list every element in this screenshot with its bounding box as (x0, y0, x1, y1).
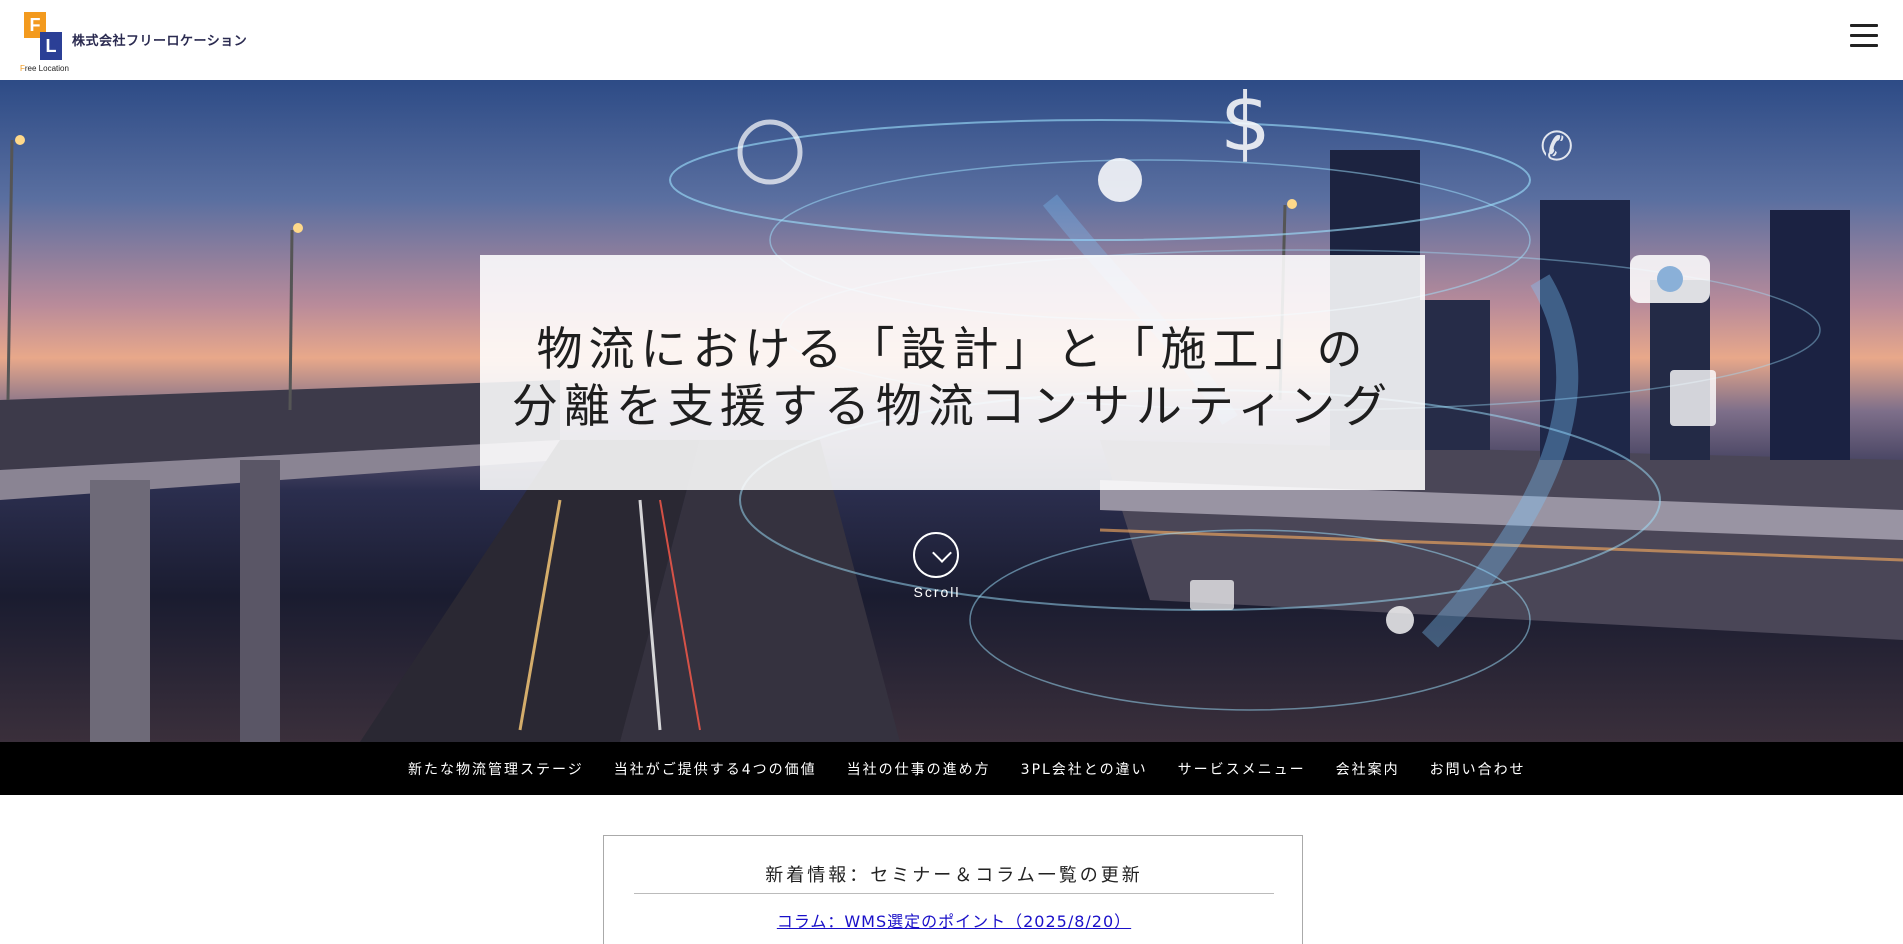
hamburger-icon[interactable] (1850, 24, 1880, 50)
hero-headline-line2: 分離を支援する物流コンサルティング (511, 379, 1394, 433)
main-nav: 新たな物流管理ステージ 当社がご提供する4つの価値 当社の仕事の進め方 3PL会… (0, 742, 1903, 795)
nav-item-service-menu[interactable]: サービスメニュー (1178, 759, 1306, 779)
company-logo[interactable]: F L 株式会社フリーロケーション Free Location (20, 12, 247, 74)
nav-item-company[interactable]: 会社案内 (1336, 759, 1400, 779)
nav-item-contact[interactable]: お問い合わせ (1430, 759, 1526, 779)
nav-item-new-logistics-stage[interactable]: 新たな物流管理ステージ (408, 759, 584, 779)
logo-subtext: Free Location (20, 64, 69, 73)
news-link[interactable]: コラム：WMS選定のポイント（2025/8/20） (634, 908, 1274, 932)
logo-l-square: L (40, 32, 62, 60)
site-header: F L 株式会社フリーロケーション Free Location (0, 0, 1903, 80)
news-box: 新着情報：セミナー＆コラム一覧の更新 コラム：WMS選定のポイント（2025/8… (603, 835, 1303, 944)
nav-item-work-process[interactable]: 当社の仕事の進め方 (847, 759, 991, 779)
scroll-label: Scroll (913, 584, 961, 600)
scroll-button[interactable]: Scroll (905, 532, 965, 602)
nav-item-four-values[interactable]: 当社がご提供する4つの価値 (614, 759, 817, 779)
chevron-down-icon (932, 543, 952, 563)
company-name: 株式会社フリーロケーション (72, 34, 248, 49)
hero-section: $ ✆ 物流における「設計」と「施工」の 分離を支援する物流コンサルティング S… (0, 80, 1903, 742)
svg-text:✆: ✆ (1540, 124, 1574, 170)
news-title: 新着情報：セミナー＆コラム一覧の更新 (634, 861, 1274, 894)
scroll-circle (913, 532, 959, 578)
svg-text:$: $ (1220, 80, 1271, 169)
nav-item-3pl-difference[interactable]: 3PL会社との違い (1021, 759, 1148, 779)
hero-headline-panel: 物流における「設計」と「施工」の 分離を支援する物流コンサルティング (480, 255, 1425, 490)
